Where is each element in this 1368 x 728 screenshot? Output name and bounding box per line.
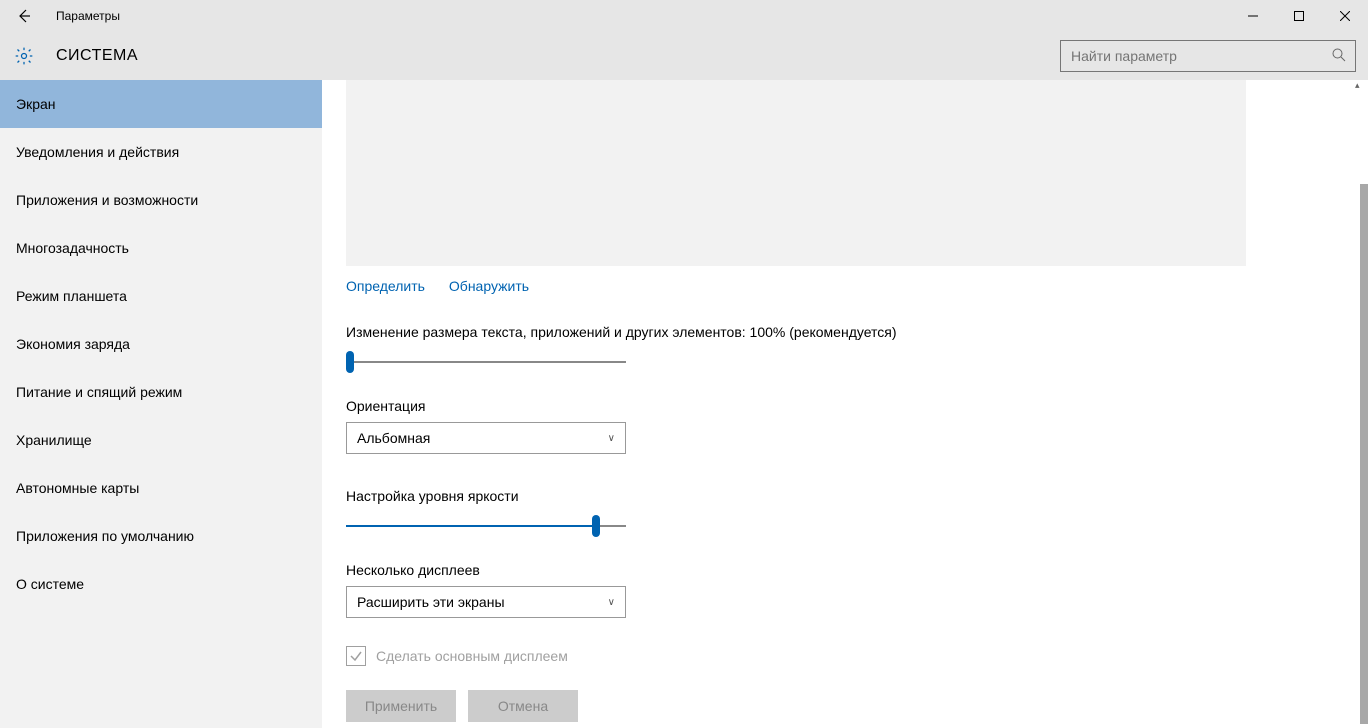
cancel-button-label: Отмена bbox=[498, 698, 548, 714]
orientation-value: Альбомная bbox=[357, 430, 430, 446]
sidebar-item-multitasking[interactable]: Многозадачность bbox=[0, 224, 322, 272]
chevron-down-icon: ∨ bbox=[608, 433, 615, 444]
sidebar: Экран Уведомления и действия Приложения … bbox=[0, 80, 322, 728]
multi-display-value: Расширить эти экраны bbox=[357, 594, 505, 610]
multi-display-label: Несколько дисплеев bbox=[346, 562, 1344, 578]
primary-display-checkbox-label: Сделать основным дисплеем bbox=[376, 648, 568, 664]
slider-fill bbox=[346, 525, 592, 527]
sidebar-item-notifications[interactable]: Уведомления и действия bbox=[0, 128, 322, 176]
window-controls bbox=[1230, 0, 1368, 32]
window-title: Параметры bbox=[48, 9, 120, 23]
primary-display-checkbox[interactable] bbox=[346, 646, 366, 666]
scale-slider[interactable] bbox=[346, 350, 626, 374]
sidebar-item-label: Экран bbox=[16, 96, 56, 112]
orientation-label: Ориентация bbox=[346, 398, 1344, 414]
primary-display-checkbox-row: Сделать основным дисплеем bbox=[346, 646, 1344, 666]
maximize-button[interactable] bbox=[1276, 0, 1322, 32]
header: СИСТЕМА bbox=[0, 32, 1368, 80]
slider-thumb[interactable] bbox=[592, 515, 600, 537]
brightness-slider[interactable] bbox=[346, 514, 626, 538]
page-scrollbar-thumb[interactable] bbox=[1360, 184, 1368, 724]
sidebar-item-tablet[interactable]: Режим планшета bbox=[0, 272, 322, 320]
sidebar-item-default-apps[interactable]: Приложения по умолчанию bbox=[0, 512, 322, 560]
sidebar-item-label: О системе bbox=[16, 576, 84, 592]
link-row: Определить Обнаружить bbox=[346, 278, 1344, 294]
sidebar-item-apps[interactable]: Приложения и возможности bbox=[0, 176, 322, 224]
sidebar-item-label: Экономия заряда bbox=[16, 336, 130, 352]
sidebar-item-label: Приложения и возможности bbox=[16, 192, 198, 208]
search-icon bbox=[1331, 47, 1347, 68]
titlebar: Параметры bbox=[0, 0, 1368, 32]
sidebar-item-label: Питание и спящий режим bbox=[16, 384, 182, 400]
back-button[interactable] bbox=[0, 0, 48, 32]
sidebar-item-label: Хранилище bbox=[16, 432, 92, 448]
cancel-button[interactable]: Отмена bbox=[468, 690, 578, 722]
slider-track bbox=[346, 361, 626, 363]
minimize-button[interactable] bbox=[1230, 0, 1276, 32]
orientation-select[interactable]: Альбомная ∨ bbox=[346, 422, 626, 454]
apply-button[interactable]: Применить bbox=[346, 690, 456, 722]
scroll-up-icon[interactable]: ▴ bbox=[1355, 80, 1365, 90]
sidebar-item-maps[interactable]: Автономные карты bbox=[0, 464, 322, 512]
sidebar-item-label: Автономные карты bbox=[16, 480, 139, 496]
identify-link[interactable]: Определить bbox=[346, 278, 425, 294]
display-preview[interactable] bbox=[346, 80, 1246, 266]
check-icon bbox=[349, 649, 363, 663]
detect-link[interactable]: Обнаружить bbox=[449, 278, 529, 294]
settings-icon bbox=[0, 46, 48, 66]
page-title: СИСТЕМА bbox=[48, 47, 138, 65]
button-row: Применить Отмена bbox=[346, 690, 1344, 722]
sidebar-item-power[interactable]: Питание и спящий режим bbox=[0, 368, 322, 416]
multi-display-select[interactable]: Расширить эти экраны ∨ bbox=[346, 586, 626, 618]
body: Экран Уведомления и действия Приложения … bbox=[0, 80, 1368, 728]
close-button[interactable] bbox=[1322, 0, 1368, 32]
scale-label: Изменение размера текста, приложений и д… bbox=[346, 324, 1344, 340]
sidebar-item-battery[interactable]: Экономия заряда bbox=[0, 320, 322, 368]
brightness-label: Настройка уровня яркости bbox=[346, 488, 1344, 504]
search-input[interactable] bbox=[1071, 48, 1345, 64]
sidebar-item-storage[interactable]: Хранилище bbox=[0, 416, 322, 464]
slider-thumb[interactable] bbox=[346, 351, 354, 373]
apply-button-label: Применить bbox=[365, 698, 437, 714]
sidebar-item-label: Режим планшета bbox=[16, 288, 127, 304]
sidebar-item-label: Многозадачность bbox=[16, 240, 129, 256]
sidebar-item-about[interactable]: О системе bbox=[0, 560, 322, 608]
sidebar-item-label: Уведомления и действия bbox=[16, 144, 179, 160]
chevron-down-icon: ∨ bbox=[608, 597, 615, 608]
sidebar-item-display[interactable]: Экран bbox=[0, 80, 322, 128]
search-box[interactable] bbox=[1060, 40, 1356, 72]
content: Определить Обнаружить Изменение размера … bbox=[322, 80, 1368, 728]
sidebar-item-label: Приложения по умолчанию bbox=[16, 528, 194, 544]
